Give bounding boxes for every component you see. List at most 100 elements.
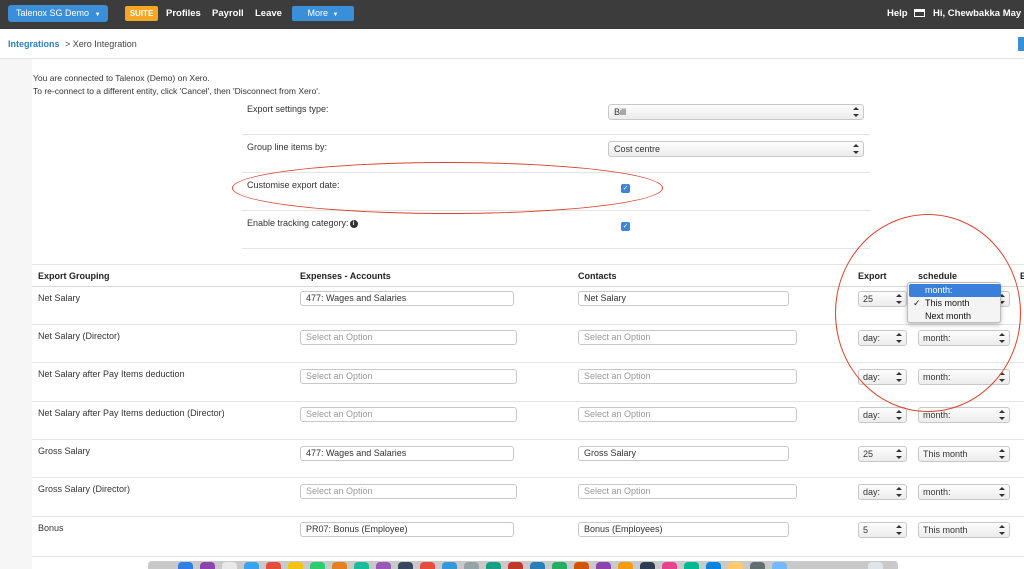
schedule-month-value: month: [923,333,951,343]
expense-account-select[interactable]: 477: Wages and Salaries [300,291,514,306]
expense-account-select[interactable]: PR07: Bonus (Employee) [300,522,514,537]
settings-icon[interactable] [464,562,479,569]
music-icon[interactable] [376,562,391,569]
app-store-icon[interactable] [442,562,457,569]
help-link[interactable]: Help [887,8,908,19]
contact-value: Net Salary [584,293,627,303]
caret-down-icon: ▼ [94,12,101,18]
expense-account-value: 477: Wages and Salaries [306,448,407,458]
macos-dock [148,561,898,569]
export-day-select[interactable]: day: [858,484,907,500]
photos-icon[interactable] [332,562,347,569]
top-nav: Talenox SG Demo ▼ SUITE Profiles Payroll… [0,0,1024,29]
export-day-select[interactable]: day: [858,330,907,346]
customise-date-checkbox[interactable]: ✓ [621,184,630,193]
user-greeting[interactable]: Hi, Chewbakka May [933,8,1021,19]
downloads-icon[interactable] [772,562,787,569]
table-row: Bonus PR07: Bonus (Employee) Bonus (Employ… [32,517,1024,557]
schedule-month-value: month: [923,487,951,497]
settings-row-tracking: Enable tracking category: i ✓ [242,211,870,249]
table-row: Gross Salary 477: Wages and Salaries Gross… [32,440,1024,478]
expense-account-select[interactable]: Select an Option [300,484,517,499]
schedule-month-select[interactable]: month: [918,330,1010,346]
figma-icon[interactable] [662,562,677,569]
finder-icon[interactable] [178,562,193,569]
expense-account-select[interactable]: Select an Option [300,369,517,384]
chrome-icon[interactable] [420,562,435,569]
schedule-option-this-month[interactable]: ✓ This month [909,297,1001,310]
mail-icon[interactable] [244,562,259,569]
group-by-select[interactable]: Cost centre [608,141,864,157]
facetime-icon[interactable] [486,562,501,569]
zoom-icon[interactable] [706,562,721,569]
suite-badge[interactable]: SUITE [125,6,158,21]
select-arrows-icon [999,525,1005,535]
side-panel-tab[interactable] [1018,37,1024,51]
export-day-value: day: [863,333,881,343]
export-day-select[interactable]: 25 [858,446,907,462]
group-by-value: Cost centre [614,144,661,154]
schedule-month-select[interactable]: month: [918,407,1010,423]
expense-account-select[interactable]: 477: Wages and Salaries [300,446,514,461]
maps-icon[interactable] [354,562,369,569]
tracking-checkbox[interactable]: ✓ [621,222,630,231]
excel-icon[interactable] [552,562,567,569]
safari-icon[interactable] [222,562,237,569]
expense-account-value: PR07: Bonus (Employee) [306,524,408,534]
terminal-icon[interactable] [398,562,413,569]
contact-select[interactable]: Select an Option [578,484,797,499]
contact-select[interactable]: Bonus (Employees) [578,522,789,537]
nav-link-profiles[interactable]: Profiles [166,8,201,19]
contact-select[interactable]: Select an Option [578,407,797,422]
more-menu-button[interactable]: More ▼ [292,6,354,21]
header-export-grouping: Export Grouping [38,271,110,281]
trash-icon[interactable] [868,562,883,569]
info-icon[interactable]: i [349,220,358,228]
row-grouping-label: Net Salary [38,293,81,303]
contact-value: Select an Option [584,486,651,496]
expense-account-select[interactable]: Select an Option [300,330,517,345]
spotify-icon[interactable] [684,562,699,569]
org-switcher-button[interactable]: Talenox SG Demo ▼ [8,5,108,22]
teams-icon[interactable] [596,562,611,569]
schedule-month-select[interactable]: This month [918,446,1010,462]
breadcrumb: Integrations > Xero Integration [0,29,1024,59]
settings-row-export-type: Export settings type: Bill [242,97,870,135]
export-type-select[interactable]: Bill [608,104,864,120]
nav-link-payroll[interactable]: Payroll [212,8,244,19]
contact-select[interactable]: Select an Option [578,369,797,384]
messages-icon[interactable] [310,562,325,569]
payment-card-icon[interactable] [914,9,925,17]
contact-select[interactable]: Select an Option [578,330,797,345]
export-day-select[interactable]: 5 [858,522,907,538]
schedule-option-next-month[interactable]: Next month [909,310,1001,323]
sketch-icon[interactable] [618,562,633,569]
export-day-value: 25 [863,449,874,459]
expense-account-select[interactable]: Select an Option [300,407,517,422]
xcode-icon[interactable] [640,562,655,569]
export-day-select[interactable]: day: [858,407,907,423]
schedule-month-select[interactable]: month: [918,484,1010,500]
expense-account-value: Select an Option [306,409,373,419]
slack-icon[interactable] [508,562,523,569]
nav-link-leave[interactable]: Leave [255,8,282,19]
breadcrumb-integrations-link[interactable]: Integrations [8,39,60,49]
org-switcher-label: Talenox SG Demo [16,8,90,18]
select-arrows-icon [999,372,1005,382]
export-day-select[interactable]: 25 [858,291,907,307]
activity-monitor-icon[interactable] [750,562,765,569]
export-day-select[interactable]: day: [858,369,907,385]
notes-icon[interactable] [288,562,303,569]
contact-select[interactable]: Gross Salary [578,446,789,461]
schedule-option-month[interactable]: month: [909,284,1001,297]
preview-icon[interactable] [728,562,743,569]
schedule-month-value: month: [923,410,951,420]
select-arrows-icon [896,487,902,497]
schedule-month-select[interactable]: month: [918,369,1010,385]
powerpoint-icon[interactable] [574,562,589,569]
contact-select[interactable]: Net Salary [578,291,789,306]
calendar-icon[interactable] [266,562,281,569]
word-icon[interactable] [530,562,545,569]
siri-icon[interactable] [200,562,215,569]
schedule-month-select[interactable]: This month [918,522,1010,538]
